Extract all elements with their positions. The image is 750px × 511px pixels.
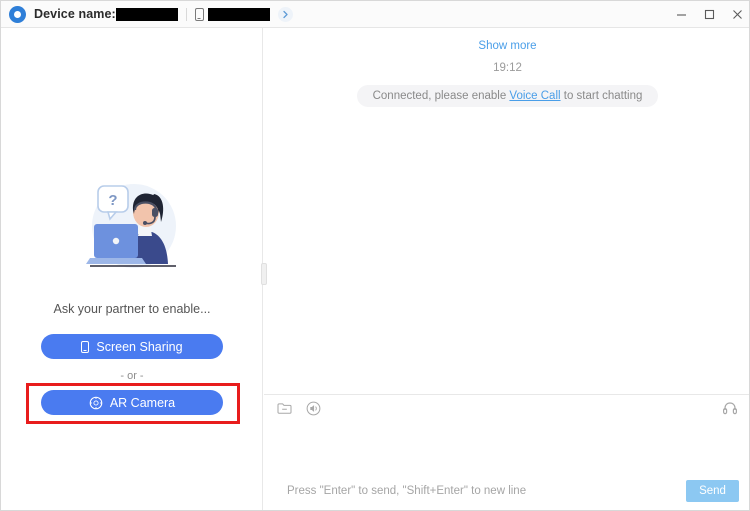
- show-more-link[interactable]: Show more: [264, 40, 749, 52]
- ar-camera-icon: [89, 396, 103, 410]
- close-button[interactable]: [723, 1, 749, 28]
- panel-splitter-handle[interactable]: [261, 263, 267, 285]
- voice-call-link[interactable]: Voice Call: [509, 90, 560, 102]
- device-name-label: Device name:: [34, 7, 116, 21]
- voice-message-icon[interactable]: [305, 400, 322, 417]
- svg-text:?: ?: [108, 192, 117, 209]
- folder-file-icon[interactable]: [276, 400, 293, 417]
- phone-icon: [81, 340, 90, 353]
- send-button[interactable]: Send: [686, 480, 739, 503]
- composer-toolbar: [264, 393, 749, 422]
- app-logo-icon: [9, 5, 26, 23]
- partner-hint-text: Ask your partner to enable...: [53, 302, 211, 316]
- system-message-suffix: to start chatting: [560, 90, 643, 102]
- message-timestamp: 19:12: [493, 62, 522, 74]
- title-bar: Device name:: [1, 1, 749, 28]
- chat-panel: Show more 19:12 Connected, please enable…: [264, 28, 749, 510]
- send-row: Press "Enter" to send, "Shift+Enter" to …: [264, 470, 749, 510]
- ar-camera-button[interactable]: AR Camera: [41, 390, 223, 415]
- window-controls: [667, 1, 749, 28]
- chat-message-area: Show more 19:12 Connected, please enable…: [264, 28, 749, 394]
- minimize-button[interactable]: [667, 1, 695, 28]
- app-window: Device name: ? Ask your partner to enabl…: [0, 0, 750, 511]
- connected-device-redacted-value: [207, 7, 270, 21]
- phone-icon: [194, 7, 204, 21]
- maximize-button[interactable]: [695, 1, 723, 28]
- system-message-bubble: Connected, please enable Voice Call to s…: [356, 85, 659, 107]
- support-agent-illustration: ?: [1, 170, 263, 290]
- send-hint-text: Press "Enter" to send, "Shift+Enter" to …: [287, 485, 527, 498]
- system-message-prefix: Connected, please enable: [372, 90, 510, 102]
- title-divider: [185, 7, 187, 21]
- ar-camera-label: AR Camera: [109, 395, 176, 410]
- screen-sharing-label: Screen Sharing: [96, 339, 183, 354]
- message-input[interactable]: [264, 421, 749, 471]
- or-separator: - or -: [120, 370, 144, 382]
- screen-sharing-button[interactable]: Screen Sharing: [41, 334, 223, 359]
- message-compose-area[interactable]: [264, 421, 749, 471]
- left-panel: ? Ask your partner to enable... Screen S…: [1, 28, 263, 510]
- system-message-row: Connected, please enable Voice Call to s…: [264, 85, 749, 107]
- headset-icon[interactable]: [721, 400, 738, 417]
- device-name-redacted-value: [115, 7, 178, 21]
- chevron-right-icon[interactable]: [277, 6, 293, 22]
